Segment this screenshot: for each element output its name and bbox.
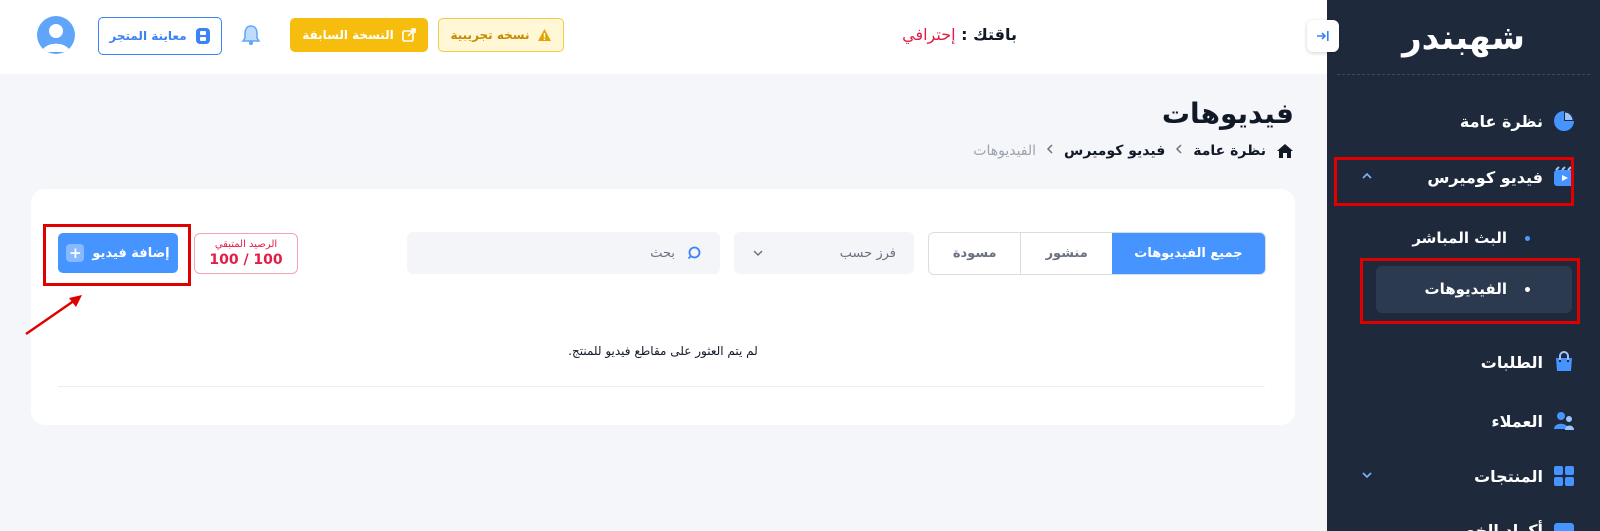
notifications-bell[interactable] [240,24,262,46]
page-title: فيديوهات [1161,97,1294,130]
plan-label: باقتك : [961,25,1017,44]
card-divider [58,386,1265,387]
sidebar-subitem-live-stream[interactable]: البث المباشر [1412,229,1530,247]
sidebar-item-label: المنتجات [1474,466,1543,486]
shopping-bag-icon [1553,351,1575,373]
tab-label: جميع الفيديوهات [1134,246,1243,261]
breadcrumb-item-overview[interactable]: نظرة عامة [1193,143,1266,159]
discount-icon [1553,519,1575,531]
home-icon[interactable] [1276,143,1294,159]
collapse-sidebar-button[interactable] [1307,20,1339,52]
sidebar-subitem-label: البث المباشر [1412,229,1507,247]
top-header: معاينة المتجر النسخة السابقة نسخه تجريبي… [0,0,1327,74]
videos-card [31,189,1295,425]
search-box [407,232,720,274]
video-status-tabs: جميع الفيديوهات منشور مسودة [928,232,1266,275]
annotation-arrow-icon [25,295,82,335]
bullet-dot-icon [1525,235,1530,241]
sidebar-item-products[interactable]: المنتجات [1474,465,1575,487]
highlight-box-videos-subitem [1360,258,1580,324]
chevron-down-icon [753,250,763,257]
pie-chart-icon [1553,110,1575,132]
sidebar-item-label: أكواد الخصم [1447,520,1543,531]
tab-draft[interactable]: مسودة [929,233,1020,274]
user-icon [42,24,70,52]
sidebar-item-discount-codes[interactable]: أكواد الخصم [1448,519,1575,531]
trial-version-badge[interactable]: نسخه تجريبية [438,18,564,52]
breadcrumb-item-current: الفيديوهات [973,143,1037,159]
chevron-down-icon[interactable] [1361,469,1373,483]
sort-by-select[interactable]: فرز حسب [734,232,914,274]
sidebar-item-label: نظرة عامة [1459,111,1543,131]
breadcrumb-item-video-commerce[interactable]: فيديو كوميرس [1064,143,1165,159]
balance-label: الرصيد المتبقي [214,239,278,250]
warning-icon [537,29,551,41]
tab-label: مسودة [952,246,997,261]
chevron-left-icon [1175,143,1183,159]
store-icon [195,28,210,44]
sidebar-item-customers[interactable]: العملاء [1491,410,1575,432]
preview-store-button[interactable]: معاينة المتجر [98,17,222,55]
tab-published[interactable]: منشور [1020,233,1111,274]
sort-by-label: فرز حسب [839,245,896,261]
sidebar-item-overview[interactable]: نظرة عامة [1460,110,1575,132]
sidebar-item-orders[interactable]: الطلبات [1481,351,1575,373]
trial-version-label: نسخه تجريبية [450,28,530,42]
empty-state-message: لم يتم العثور على مقاطع فيديو للمنتج. [568,344,758,358]
users-icon [1553,410,1575,432]
sidebar-item-label: العملاء [1491,411,1543,431]
brand-logo[interactable]: شهبندر [1327,14,1600,62]
external-edit-icon [401,28,416,42]
chevron-left-icon [1046,143,1054,159]
arrow-collapse-icon [1317,31,1329,41]
breadcrumb: نظرة عامة فيديو كوميرس الفيديوهات [973,143,1294,159]
highlight-box-video-commerce [1334,157,1574,206]
bell-icon [241,25,261,45]
sidebar-divider [1337,74,1590,75]
grid-icon [1553,465,1575,487]
remaining-balance-badge: الرصيد المتبقي 100 / 100 [194,233,298,274]
search-icon [687,246,701,259]
plan-value: إحترافي [902,25,956,44]
previous-version-label: النسخة السابقة [302,28,394,42]
highlight-box-add-video [43,224,191,286]
tab-all-videos[interactable]: جميع الفيديوهات [1111,233,1265,274]
plan-indicator: باقتك : إحترافي [902,25,1017,44]
user-avatar[interactable] [37,16,75,54]
balance-value: 100 / 100 [209,252,283,268]
previous-version-button[interactable]: النسخة السابقة [290,18,428,52]
search-input[interactable] [445,245,675,261]
brand-logo-text: شهبندر [1402,18,1526,58]
preview-store-label: معاينة المتجر [109,29,187,43]
tab-label: منشور [1045,246,1088,261]
sidebar-item-label: الطلبات [1480,352,1543,372]
